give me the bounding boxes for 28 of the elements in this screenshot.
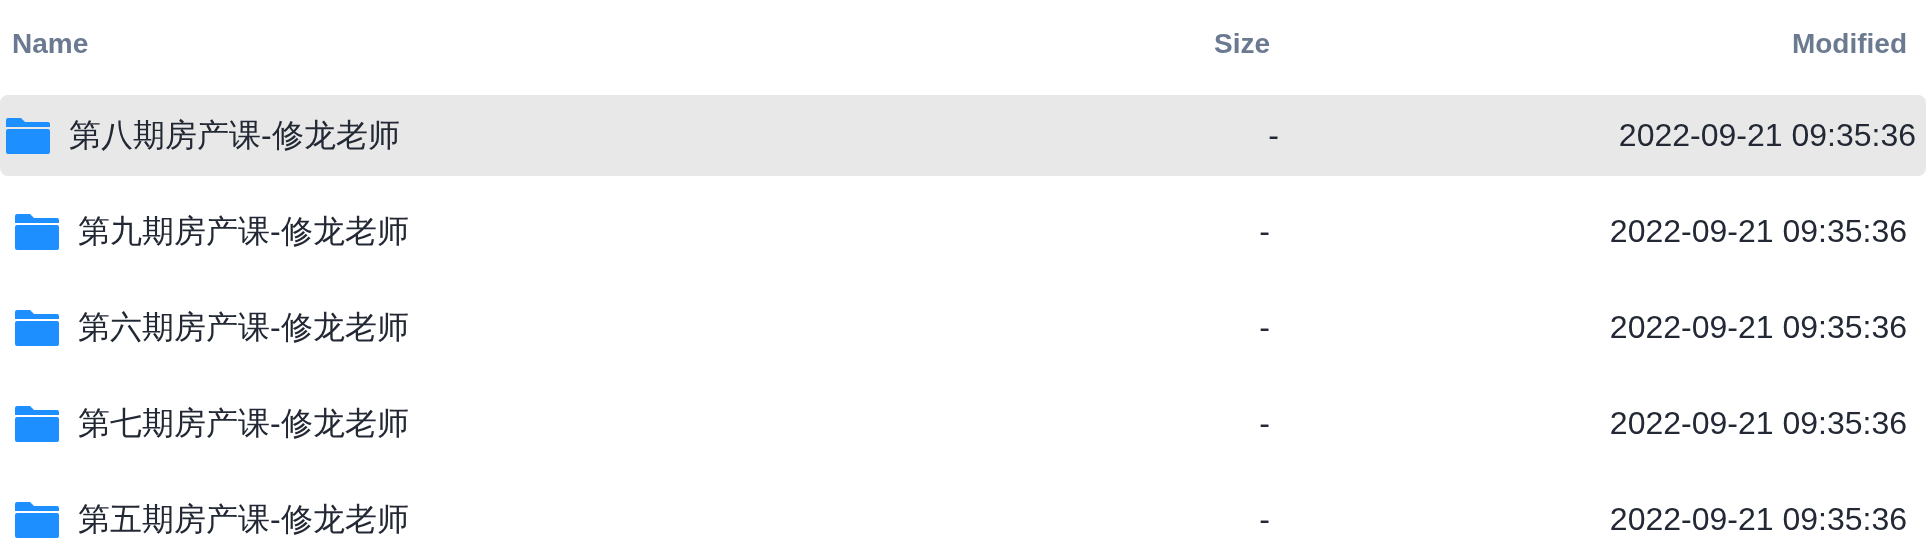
- modified-date: 2022-09-21 09:35:36: [1609, 309, 1907, 346]
- folder-icon: [15, 213, 59, 250]
- file-size: -: [1268, 117, 1279, 154]
- file-size: -: [1259, 405, 1270, 442]
- column-header[interactable]: Name: [12, 27, 89, 60]
- file-name: 第五期房产课-修龙老师: [78, 499, 409, 539]
- file-row[interactable]: 第八期房产课-修龙老师 - 2022-09-21 09:35:36: [0, 95, 1926, 176]
- file-row[interactable]: 第七期房产课-修龙老师 - 2022-09-21 09:35:36: [0, 383, 1926, 464]
- file-name: 第七期房产课-修龙老师: [78, 403, 409, 443]
- folder-icon: [15, 501, 59, 538]
- folder-icon: [6, 117, 50, 154]
- folder-icon: [15, 405, 59, 442]
- file-row[interactable]: 第五期房产课-修龙老师 - 2022-09-21 09:35:36: [0, 479, 1926, 560]
- column-header[interactable]: Modified: [1791, 27, 1907, 60]
- file-name: 第九期房产课-修龙老师: [78, 211, 409, 251]
- modified-date: 2022-09-21 09:35:36: [1609, 405, 1907, 442]
- modified-date: 2022-09-21 09:35:36: [1618, 117, 1916, 154]
- file-size: -: [1259, 213, 1270, 250]
- file-row[interactable]: 第九期房产课-修龙老师 - 2022-09-21 09:35:36: [0, 191, 1926, 272]
- modified-date: 2022-09-21 09:35:36: [1609, 501, 1907, 538]
- modified-date: 2022-09-21 09:35:36: [1609, 213, 1907, 250]
- file-size: -: [1259, 501, 1270, 538]
- file-size: -: [1259, 309, 1270, 346]
- file-row[interactable]: 第六期房产课-修龙老师 - 2022-09-21 09:35:36: [0, 287, 1926, 368]
- column-header[interactable]: Size: [1213, 27, 1270, 60]
- file-name: 第六期房产课-修龙老师: [78, 307, 409, 347]
- file-name: 第八期房产课-修龙老师: [69, 115, 400, 155]
- folder-icon: [15, 309, 59, 346]
